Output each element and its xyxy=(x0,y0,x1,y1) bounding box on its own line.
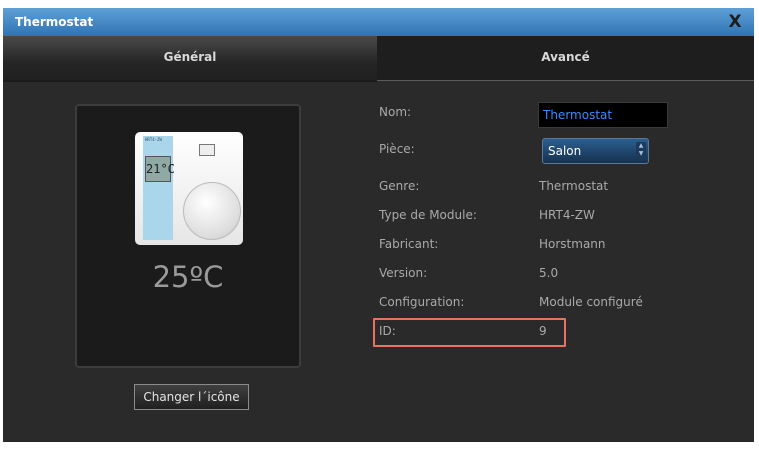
device-screen: 21°C xyxy=(145,156,175,182)
module-type-value: HRT4-ZW xyxy=(539,208,595,222)
title-bar[interactable]: Thermostat X xyxy=(3,8,754,36)
id-highlight-box xyxy=(373,318,566,347)
manufacturer-value: Horstmann xyxy=(539,237,606,251)
manufacturer-label: Fabricant: xyxy=(379,237,439,251)
module-type-label: Type de Module: xyxy=(379,208,477,222)
change-icon-button[interactable]: Changer l´icône xyxy=(134,384,249,410)
tab-bar: Général Avancé xyxy=(3,36,754,82)
tab-general[interactable]: Général xyxy=(3,36,377,82)
device-icon-panel: HRT4-ZW 21°C 25ºC xyxy=(75,104,301,368)
tab-avance[interactable]: Avancé xyxy=(377,36,754,81)
thermostat-dialog: Thermostat X Général Avancé HRT4-ZW 21°C… xyxy=(3,8,754,442)
version-label: Version: xyxy=(379,266,428,280)
name-label: Nom: xyxy=(379,105,412,119)
id-value: 9 xyxy=(539,324,547,338)
close-button[interactable]: X xyxy=(724,12,746,32)
genre-value: Thermostat xyxy=(539,179,609,193)
id-label: ID: xyxy=(379,324,396,338)
dialog-title: Thermostat xyxy=(15,15,94,29)
room-select-value: Salon xyxy=(548,144,582,158)
genre-label: Genre: xyxy=(379,179,420,193)
thermostat-device-image: HRT4-ZW 21°C xyxy=(135,132,243,245)
device-logo-icon xyxy=(199,144,215,156)
device-knob xyxy=(183,182,241,240)
device-lcd-strip: HRT4-ZW 21°C xyxy=(143,136,175,240)
temperature-display: 25ºC xyxy=(152,260,224,294)
device-model-text: HRT4-ZW xyxy=(145,137,162,142)
version-value: 5.0 xyxy=(539,266,559,280)
name-input[interactable]: Thermostat xyxy=(538,102,668,128)
select-arrows-icon: ▲ ▼ xyxy=(636,142,646,158)
configuration-value: Module configuré xyxy=(539,295,643,309)
configuration-label: Configuration: xyxy=(379,295,465,309)
room-select[interactable]: Salon ▲ ▼ xyxy=(542,138,649,164)
room-label: Pièce: xyxy=(379,142,415,156)
